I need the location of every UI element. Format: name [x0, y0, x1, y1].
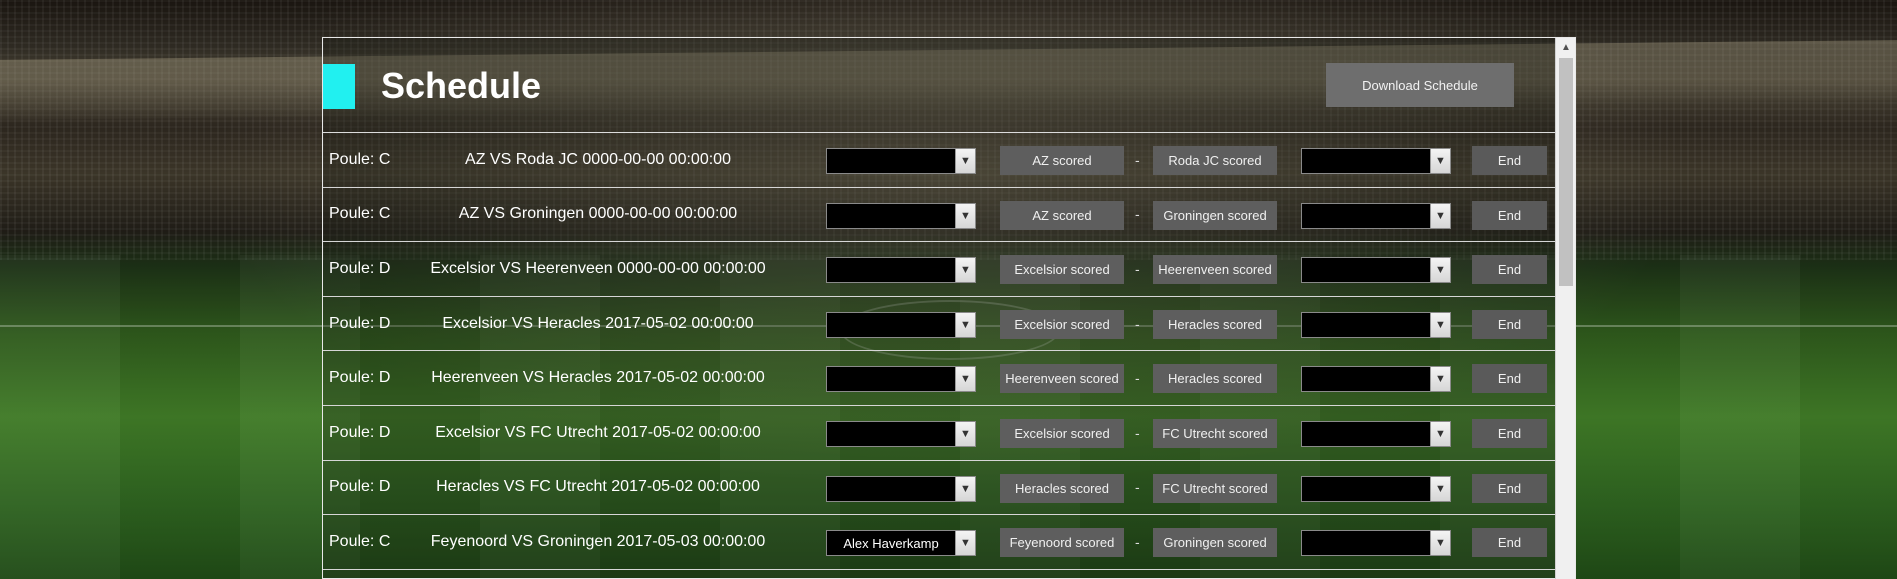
match-label: Excelsior VS Heerenveen 0000-00-00 00:00… — [430, 259, 766, 277]
end-match-button[interactable]: End — [1472, 146, 1547, 175]
end-match-button[interactable]: End — [1472, 528, 1547, 558]
chevron-down-icon[interactable]: ▼ — [1430, 367, 1450, 392]
away-scorer-select[interactable]: ▼ — [1301, 420, 1451, 447]
schedule-row: Poule: C AZ VS Roda JC 0000-00-00 00:00:… — [323, 133, 1575, 188]
schedule-row: Poule: C Feyenoord VS Groningen 2017-05-… — [323, 515, 1575, 570]
home-scored-button[interactable]: AZ scored — [1000, 200, 1124, 230]
chevron-down-icon[interactable]: ▼ — [1430, 312, 1450, 337]
match-label: AZ VS Roda JC 0000-00-00 00:00:00 — [465, 150, 731, 168]
download-schedule-button[interactable]: Download Schedule — [1326, 63, 1514, 107]
away-scorer-select[interactable]: ▼ — [1301, 530, 1451, 557]
score-separator: - — [1135, 533, 1140, 550]
chevron-down-icon[interactable]: ▼ — [955, 421, 975, 446]
away-scored-button[interactable]: FC Utrecht scored — [1153, 473, 1277, 503]
schedule-row: Poule: C AZ VS Groningen 0000-00-00 00:0… — [323, 188, 1575, 243]
end-match-button[interactable]: End — [1472, 309, 1547, 339]
away-scored-button[interactable]: Groningen scored — [1153, 200, 1277, 230]
schedule-header: Schedule Download Schedule — [323, 38, 1575, 133]
home-scored-button[interactable]: AZ scored — [1000, 146, 1124, 175]
away-scorer-select[interactable]: ▼ — [1301, 366, 1451, 393]
chevron-down-icon[interactable]: ▼ — [955, 367, 975, 392]
chevron-down-icon[interactable]: ▼ — [1430, 421, 1450, 446]
match-label: Heracles VS FC Utrecht 2017-05-02 00:00:… — [436, 478, 760, 496]
score-separator: - — [1135, 206, 1140, 223]
chevron-down-icon[interactable]: ▼ — [1430, 149, 1450, 173]
score-separator: - — [1135, 479, 1140, 496]
home-scorer-select[interactable]: ▼ — [826, 148, 976, 174]
away-scored-button[interactable]: Heerenveen scored — [1153, 255, 1277, 285]
chevron-down-icon[interactable]: ▼ — [1430, 531, 1450, 556]
home-scorer-select[interactable]: ▼ — [826, 475, 976, 502]
away-scored-button[interactable]: Groningen scored — [1153, 528, 1277, 558]
chevron-down-icon[interactable]: ▼ — [1430, 258, 1450, 283]
end-match-button[interactable]: End — [1472, 418, 1547, 448]
score-separator: - — [1135, 315, 1140, 332]
poule-label: Poule: C — [329, 532, 391, 550]
chevron-down-icon[interactable]: ▼ — [1430, 476, 1450, 501]
scroll-thumb[interactable] — [1559, 58, 1573, 286]
home-scorer-select[interactable]: Alex Haverkamp ▼ — [826, 530, 976, 557]
poule-label: Poule: C — [329, 150, 391, 168]
end-match-button[interactable]: End — [1472, 473, 1547, 503]
chevron-down-icon[interactable]: ▼ — [955, 312, 975, 337]
end-match-button[interactable]: End — [1472, 364, 1547, 394]
score-separator: - — [1135, 424, 1140, 441]
score-separator: - — [1135, 260, 1140, 277]
away-scored-button[interactable]: Heracles scored — [1153, 309, 1277, 339]
away-scorer-select[interactable]: ▼ — [1301, 202, 1451, 229]
chevron-down-icon[interactable]: ▼ — [1430, 203, 1450, 228]
poule-label: Poule: C — [329, 205, 391, 223]
away-scored-button[interactable]: FC Utrecht scored — [1153, 418, 1277, 448]
home-scored-button[interactable]: Excelsior scored — [1000, 418, 1124, 448]
home-scored-button[interactable]: Heerenveen scored — [1000, 364, 1124, 394]
score-separator: - — [1135, 151, 1140, 168]
away-scored-button[interactable]: Heracles scored — [1153, 364, 1277, 394]
away-scorer-select[interactable]: ▼ — [1301, 257, 1451, 284]
home-scorer-select[interactable]: ▼ — [826, 257, 976, 284]
schedule-panel: Schedule Download Schedule Poule: C AZ V… — [322, 37, 1576, 579]
home-scored-button[interactable]: Feyenoord scored — [1000, 528, 1124, 558]
schedule-row: Poule: D Heerenveen VS Heracles 2017-05-… — [323, 351, 1575, 406]
match-label: Feyenoord VS Groningen 2017-05-03 00:00:… — [430, 532, 766, 550]
schedule-row: Poule: D Heracles VS FC Utrecht 2017-05-… — [323, 461, 1575, 516]
schedule-row: Poule: D Excelsior VS Heerenveen 0000-00… — [323, 242, 1575, 297]
vertical-scrollbar[interactable]: ▲ — [1555, 38, 1575, 579]
poule-label: Poule: D — [329, 423, 391, 441]
schedule-row: Poule: D Excelsior VS Heracles 2017-05-0… — [323, 297, 1575, 352]
chevron-down-icon[interactable]: ▼ — [955, 258, 975, 283]
match-label: Heerenveen VS Heracles 2017-05-02 00:00:… — [431, 369, 765, 387]
home-scored-button[interactable]: Excelsior scored — [1000, 309, 1124, 339]
schedule-row: Poule: D Excelsior VS FC Utrecht 2017-05… — [323, 406, 1575, 461]
home-scorer-value: Alex Haverkamp — [843, 535, 939, 551]
home-scored-button[interactable]: Heracles scored — [1000, 473, 1124, 503]
poule-label: Poule: D — [329, 259, 391, 277]
chevron-down-icon[interactable]: ▼ — [955, 149, 975, 173]
chevron-down-icon[interactable]: ▼ — [955, 531, 975, 556]
schedule-list: Poule: C AZ VS Roda JC 0000-00-00 00:00:… — [323, 133, 1575, 570]
poule-label: Poule: D — [329, 314, 391, 332]
home-scored-button[interactable]: Excelsior scored — [1000, 255, 1124, 285]
title-accent-bar — [323, 64, 355, 109]
poule-label: Poule: D — [329, 369, 391, 387]
score-separator: - — [1135, 370, 1140, 387]
away-scorer-select[interactable]: ▼ — [1301, 311, 1451, 338]
chevron-down-icon[interactable]: ▼ — [955, 476, 975, 501]
chevron-down-icon[interactable]: ▼ — [955, 203, 975, 228]
scroll-up-arrow-icon[interactable]: ▲ — [1556, 38, 1576, 56]
match-label: Excelsior VS FC Utrecht 2017-05-02 00:00… — [435, 423, 761, 441]
away-scorer-select[interactable]: ▼ — [1301, 475, 1451, 502]
match-label: AZ VS Groningen 0000-00-00 00:00:00 — [458, 205, 738, 223]
end-match-button[interactable]: End — [1472, 200, 1547, 230]
home-scorer-select[interactable]: ▼ — [826, 202, 976, 229]
end-match-button[interactable]: End — [1472, 255, 1547, 285]
page-title: Schedule — [381, 65, 542, 106]
away-scorer-select[interactable]: ▼ — [1301, 148, 1451, 174]
home-scorer-select[interactable]: ▼ — [826, 311, 976, 338]
home-scorer-select[interactable]: ▼ — [826, 420, 976, 447]
away-scored-button[interactable]: Roda JC scored — [1153, 146, 1277, 175]
match-label: Excelsior VS Heracles 2017-05-02 00:00:0… — [442, 314, 754, 332]
poule-label: Poule: D — [329, 478, 391, 496]
home-scorer-select[interactable]: ▼ — [826, 366, 976, 393]
